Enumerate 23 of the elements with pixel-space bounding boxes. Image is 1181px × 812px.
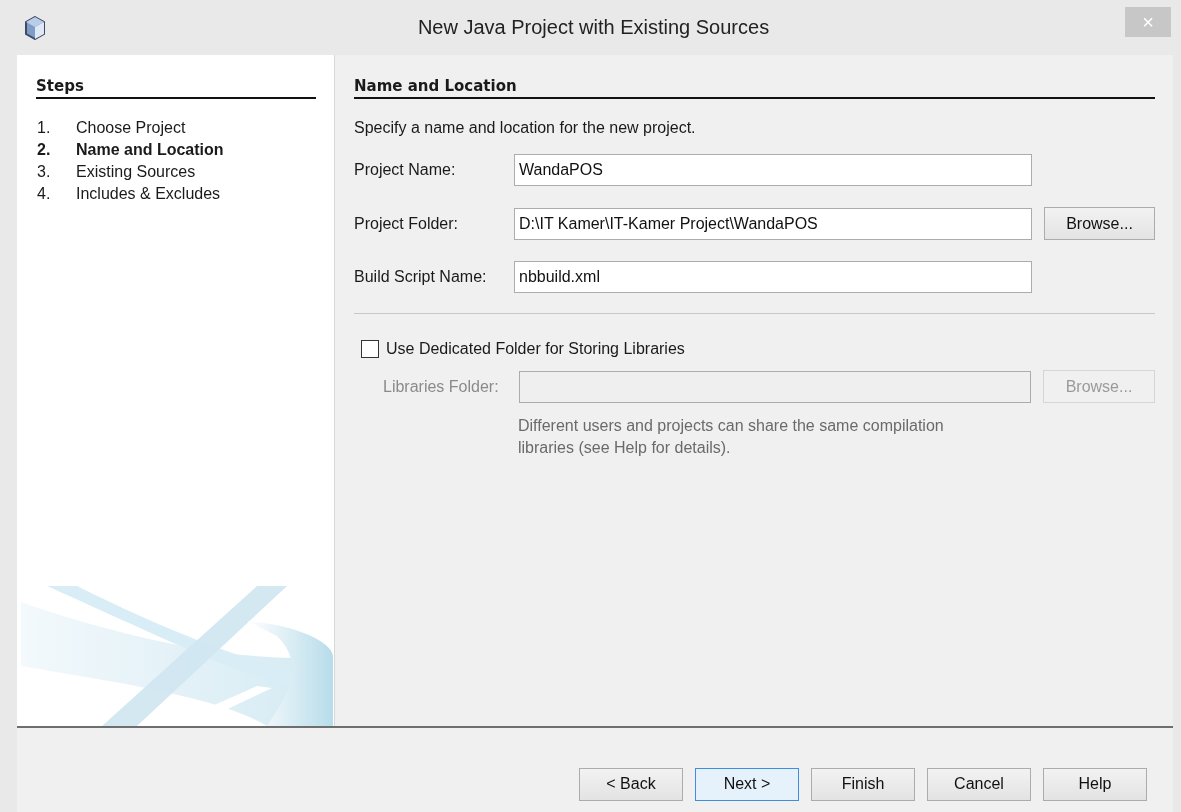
text-field[interactable]: WandaPOS	[514, 154, 1032, 186]
text-field[interactable]: nbbuild.xml	[514, 261, 1032, 293]
text-field[interactable]: D:\IT Kamer\IT-Kamer Project\WandaPOS	[514, 207, 1032, 240]
step-item: 2. Name and Location	[37, 140, 225, 160]
dialog-button[interactable]: < Back	[579, 767, 683, 801]
help-note: Different users and projects can share the same compilation libraries (see Help for details).	[518, 416, 945, 458]
dialog-button[interactable]: Help	[1043, 767, 1147, 801]
intro-text: Specify a name and location for the new project.	[354, 119, 697, 137]
step-item: 4. Includes & Excludes	[37, 184, 222, 204]
steps-heading: Steps	[36, 77, 316, 99]
step-item: 1. Choose Project	[37, 118, 187, 138]
dialog-button[interactable]: Cancel	[927, 767, 1031, 801]
field-label: Project Name:	[354, 161, 457, 179]
section-heading: Name and Location	[354, 77, 1155, 99]
field-label: Libraries Folder:	[383, 377, 500, 396]
step-item: 3. Existing Sources	[37, 162, 197, 182]
window-title: New Java Project with Existing Sources	[416, 16, 771, 39]
dialog-button[interactable]: Finish	[811, 767, 915, 801]
dialog-button[interactable]: Next >	[695, 767, 799, 801]
browse-button[interactable]: Browse...	[1044, 207, 1155, 240]
cube-icon	[24, 15, 46, 40]
field-label: Build Script Name:	[354, 268, 488, 286]
field-label: Project Folder:	[354, 214, 460, 233]
